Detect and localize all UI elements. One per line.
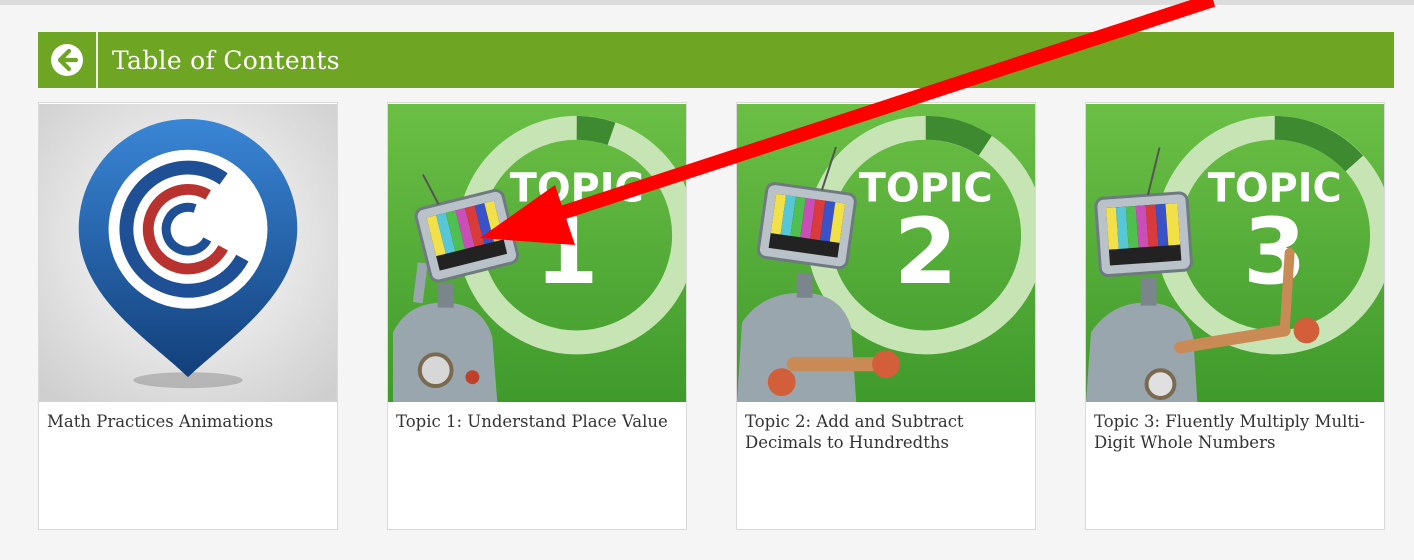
topic-robot-thumbnail: TOPIC 1: [388, 104, 686, 402]
card-topic-1[interactable]: TOPIC 1 Topic 1: Understand Place Value: [387, 102, 687, 530]
badge-number: 2: [894, 198, 958, 305]
card-label: Topic 3: Fluently Multiply Multi-Digit W…: [1094, 412, 1365, 452]
page-title: Table of Contents: [112, 45, 340, 75]
topic-robot-thumbnail: TOPIC 2: [737, 104, 1035, 402]
top-divider: [0, 0, 1414, 5]
card-label: Math Practices Animations: [47, 412, 274, 431]
card-label: Topic 1: Understand Place Value: [396, 412, 668, 431]
badge-number: 1: [535, 198, 599, 305]
card-math-practices[interactable]: Math Practices Animations: [38, 102, 338, 530]
card-topic-2[interactable]: TOPIC 2 Topic 2: Add and Subtract Decima…: [736, 102, 1036, 530]
arrow-left-circle-icon: [51, 44, 83, 76]
badge-number: 3: [1243, 198, 1307, 305]
back-button[interactable]: [38, 32, 98, 88]
cc-logo-pin-icon: [39, 104, 337, 402]
card-topic-3[interactable]: TOPIC 3 Topic 3: Fluently Multiply Multi…: [1085, 102, 1385, 530]
card-label: Topic 2: Add and Subtract Decimals to Hu…: [745, 412, 964, 452]
toc-header-bar: Table of Contents: [38, 32, 1394, 88]
topic-robot-thumbnail: TOPIC 3: [1086, 104, 1384, 402]
